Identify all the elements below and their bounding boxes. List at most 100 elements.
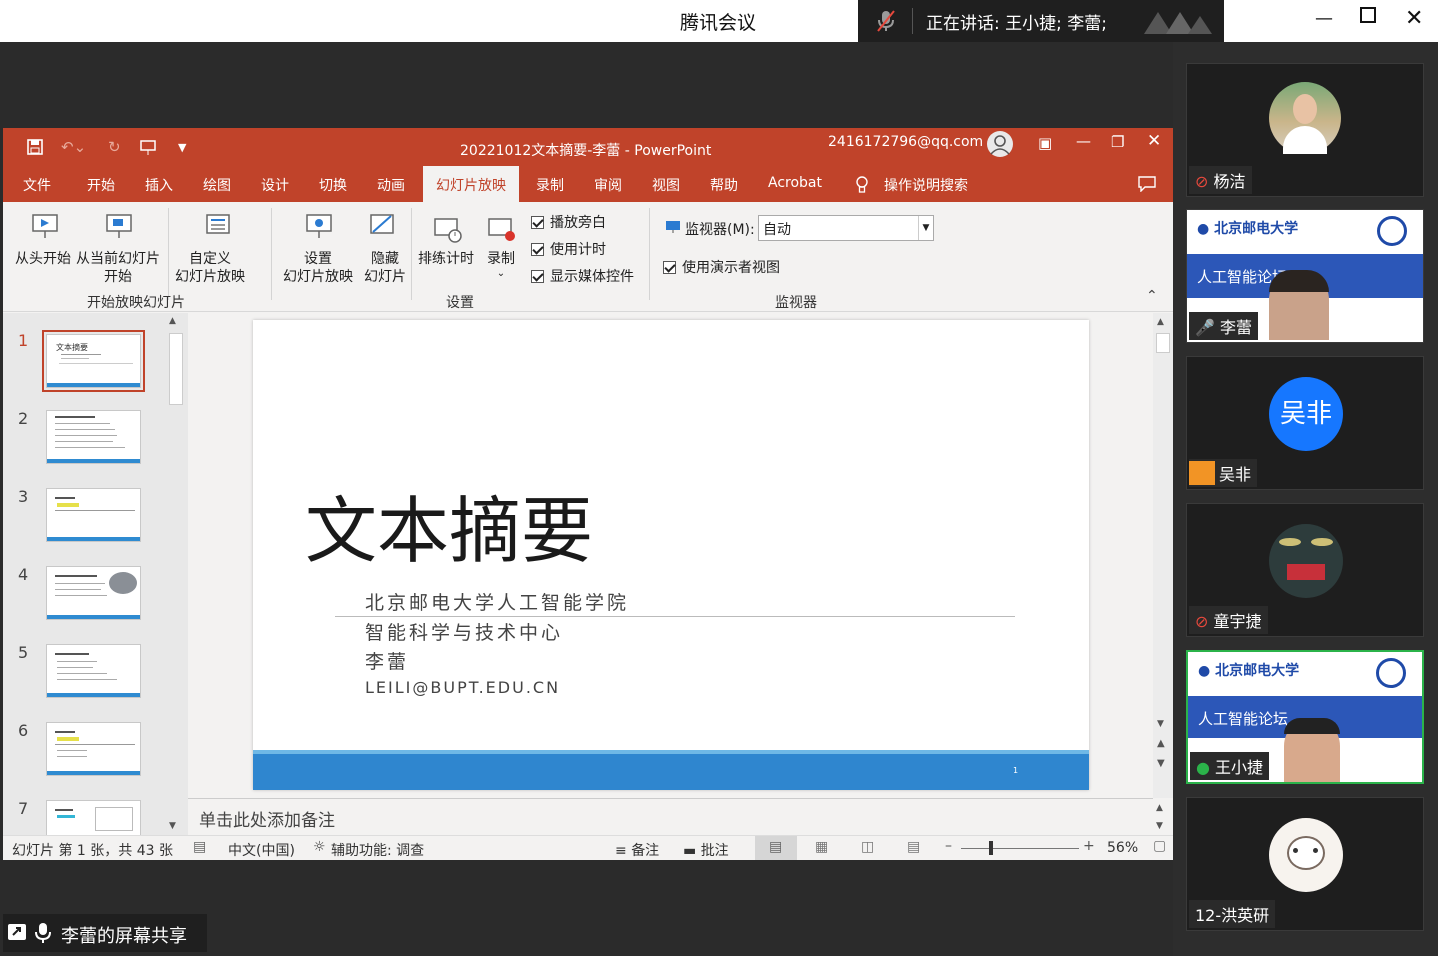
save-icon[interactable] xyxy=(27,139,43,155)
meeting-app-title: 腾讯会议 xyxy=(680,12,757,34)
tab-file[interactable]: 文件 xyxy=(23,175,51,195)
account-avatar-icon[interactable] xyxy=(987,131,1013,157)
custom-slideshow-button[interactable]: 自定义 幻灯片放映 xyxy=(175,250,245,286)
muted-mic-icon: ⊘ xyxy=(1195,612,1214,631)
participant-tile[interactable]: 12-洪英研 xyxy=(1186,797,1424,931)
presenter-view-checkbox[interactable]: 使用演示者视图 xyxy=(663,257,780,277)
use-timings-checkbox[interactable]: 使用计时 xyxy=(531,239,606,259)
slide-sorter-view-button[interactable]: ▦ xyxy=(815,839,828,855)
slide-thumbnail[interactable] xyxy=(46,644,141,698)
play-narrations-checkbox[interactable]: 播放旁白 xyxy=(531,212,606,232)
zoom-level[interactable]: 56% xyxy=(1107,840,1138,856)
custom-slideshow-icon xyxy=(206,214,230,234)
hide-slide-icon xyxy=(370,214,394,234)
notes-placeholder: 单击此处添加备注 xyxy=(199,811,335,831)
tab-insert[interactable]: 插入 xyxy=(145,175,173,195)
hide-slide-button[interactable]: 隐藏 幻灯片 xyxy=(364,250,406,286)
from-beginning-button[interactable]: 从头开始 xyxy=(15,250,71,268)
collapse-ribbon-icon[interactable]: ⌃ xyxy=(1146,288,1158,304)
tab-draw[interactable]: 绘图 xyxy=(203,175,231,195)
participant-tile-active[interactable]: ● 北京邮电大学 人工智能论坛 ● 王小捷 xyxy=(1186,650,1424,784)
record-button[interactable]: 录制 ⌄ xyxy=(487,250,515,280)
account-email[interactable]: 2416172796@qq.com xyxy=(828,134,983,150)
muted-mic-icon xyxy=(877,10,895,32)
slide-count: 幻灯片 第 1 张，共 43 张 xyxy=(12,843,173,859)
ppt-restore-button[interactable]: ❐ xyxy=(1111,133,1124,151)
thumb-selected-frame[interactable]: 文本摘要 xyxy=(42,330,145,392)
university-logo: ● 北京邮电大学 xyxy=(1197,221,1299,237)
language-status[interactable]: 中文(中国) xyxy=(228,840,295,860)
speaking-indicator: 正在讲话: 王小捷; 李蕾; xyxy=(858,0,1224,42)
zoom-slider-thumb[interactable] xyxy=(989,841,993,855)
redo-icon[interactable]: ↻ xyxy=(108,138,121,156)
current-slide[interactable]: 文本摘要 北京邮电大学人工智能学院 智能科学与技术中心 李蕾 LEILI@BUP… xyxy=(253,320,1089,790)
monitor-select-value: 自动 xyxy=(763,222,791,238)
slideshow-view-button[interactable]: ▤ xyxy=(907,839,920,855)
accessibility-status[interactable]: 辅助功能: 调查 xyxy=(331,840,424,860)
slide-thumbnail[interactable] xyxy=(46,488,141,542)
undo-icon[interactable]: ↶⌄ xyxy=(61,138,86,156)
tab-slideshow[interactable]: 幻灯片放映 xyxy=(423,166,519,202)
comments-icon[interactable] xyxy=(1138,176,1156,192)
rehearse-timings-button[interactable]: 排练计时 xyxy=(418,250,474,268)
mic-icon: 🎤 xyxy=(1195,318,1221,337)
customize-qat-icon[interactable]: ▼ xyxy=(178,141,186,154)
fit-slide-button[interactable]: ▢ xyxy=(1153,838,1166,854)
zoom-out-button[interactable]: – xyxy=(945,838,952,854)
present-from-start-qat-icon[interactable] xyxy=(140,139,158,156)
participant-name: 杨洁 xyxy=(1213,172,1246,191)
slide-thumbnail[interactable] xyxy=(46,410,141,464)
tab-transitions[interactable]: 切换 xyxy=(319,175,347,195)
tab-review[interactable]: 审阅 xyxy=(594,175,622,195)
ppt-close-button[interactable]: ✕ xyxy=(1147,131,1161,151)
editor-scrollbar[interactable]: ▲ ▼ ▲ ▼ xyxy=(1153,313,1173,798)
participant-tile[interactable]: 吴非 吴非 xyxy=(1186,356,1424,490)
tab-record[interactable]: 录制 xyxy=(536,175,564,195)
tell-me-search[interactable]: 操作说明搜索 xyxy=(884,175,968,195)
slide-thumbnail[interactable] xyxy=(46,566,141,620)
tab-acrobat[interactable]: Acrobat xyxy=(768,175,822,191)
notes-pane[interactable]: 单击此处添加备注 ▲ ▼ xyxy=(188,798,1163,836)
participant-avatar: 吴非 xyxy=(1269,377,1343,451)
zoom-in-button[interactable]: + xyxy=(1083,838,1095,854)
comments-toggle[interactable]: ▬ 批注 xyxy=(683,840,729,860)
tab-view[interactable]: 视图 xyxy=(652,175,680,195)
monitor-select[interactable]: 自动 ▼ xyxy=(758,215,934,241)
normal-view-button[interactable]: ▤ xyxy=(755,836,797,860)
show-media-controls-checkbox[interactable]: 显示媒体控件 xyxy=(531,266,634,286)
slide-thumbnail[interactable] xyxy=(46,722,141,776)
participant-tile[interactable]: ● 北京邮电大学 人工智能论坛 🎤 李蕾 xyxy=(1186,209,1424,343)
close-window-button[interactable]: ✕ xyxy=(1405,6,1423,31)
participant-tile[interactable]: ⊘ 杨洁 xyxy=(1186,63,1424,197)
setup-slideshow-button[interactable]: 设置 幻灯片放映 xyxy=(283,250,353,286)
participant-tile[interactable]: ⊘ 童宇捷 xyxy=(1186,503,1424,637)
slide-line-4: LEILI@BUPT.EDU.CN xyxy=(365,678,561,697)
slide-thumbnail: 文本摘要 xyxy=(46,334,141,388)
tab-help[interactable]: 帮助 xyxy=(710,175,738,195)
from-current-button[interactable]: 从当前幻灯片 开始 xyxy=(76,250,160,286)
thumbnails-scrollbar[interactable]: ▲ ▼ xyxy=(166,313,186,835)
spelling-icon[interactable]: ▤ xyxy=(193,839,206,855)
notes-toggle[interactable]: ≡ 备注 xyxy=(615,840,659,860)
maximize-window-button[interactable] xyxy=(1360,7,1376,28)
meeting-logo-icon xyxy=(1144,12,1212,34)
slide-footer-bar: 1 xyxy=(253,754,1089,790)
narration-label: 播放旁白 xyxy=(550,215,606,231)
tab-animations[interactable]: 动画 xyxy=(377,175,405,195)
forum-banner-text: 人工智能论坛 xyxy=(1198,710,1289,728)
slide-thumbnail[interactable] xyxy=(46,800,141,835)
zoom-slider[interactable] xyxy=(961,848,1079,849)
setup-label-2: 幻灯片放映 xyxy=(283,269,353,285)
slide-line-1: 北京邮电大学人工智能学院 xyxy=(365,592,630,614)
group-monitors-label: 监视器 xyxy=(775,295,817,311)
ribbon-display-options-icon[interactable]: ▣ xyxy=(1038,134,1052,152)
minimize-window-button[interactable]: — xyxy=(1315,8,1333,29)
slide-line-2: 智能科学与技术中心 xyxy=(365,622,564,644)
tab-home[interactable]: 开始 xyxy=(87,175,115,195)
reading-view-button[interactable]: ◫ xyxy=(861,839,874,855)
participant-nametag: 🎤 李蕾 xyxy=(1189,312,1259,340)
monitor-label: 监视器(M): xyxy=(685,222,755,238)
ppt-minimize-button[interactable]: — xyxy=(1076,132,1091,150)
tab-design[interactable]: 设计 xyxy=(261,175,289,195)
participant-nametag: ● 王小捷 xyxy=(1190,752,1270,780)
